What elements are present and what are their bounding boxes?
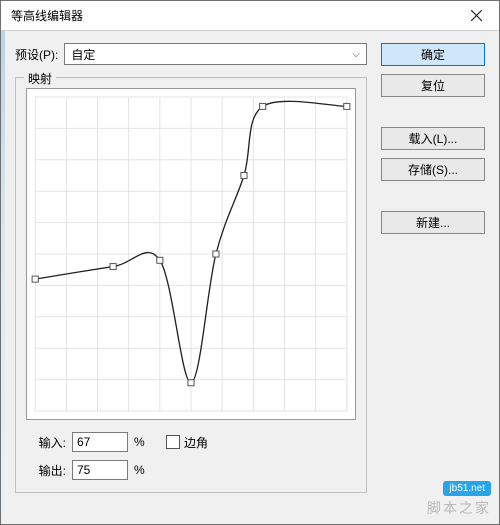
curve-canvas[interactable] (27, 89, 355, 419)
dialog-body: 预设(P): 自定 ⌵ 映射 输入: % (1, 31, 499, 505)
output-percent: % (134, 463, 148, 477)
ok-button-label: 确定 (421, 46, 445, 63)
spacer (381, 189, 485, 203)
checkbox-box-icon (166, 435, 180, 449)
ok-button[interactable]: 确定 (381, 43, 485, 66)
input-label: 输入: (26, 434, 66, 451)
curve-editor[interactable] (26, 88, 356, 420)
spacer (381, 105, 485, 119)
load-button[interactable]: 载入(L)... (381, 127, 485, 150)
preset-select[interactable]: 自定 ⌵ (64, 43, 367, 65)
mapping-legend: 映射 (24, 70, 56, 87)
reset-button[interactable]: 复位 (381, 74, 485, 97)
dialog-window: 等高线编辑器 预设(P): 自定 ⌵ 映射 (0, 0, 500, 525)
input-row: 输入: % 边角 (26, 432, 356, 452)
decorative-strip (1, 31, 5, 524)
new-button[interactable]: 新建... (381, 211, 485, 234)
output-label: 输出: (26, 462, 66, 479)
new-button-label: 新建... (416, 214, 450, 231)
chevron-down-icon: ⌵ (352, 49, 360, 60)
preset-selected-value: 自定 (71, 46, 95, 63)
input-percent: % (134, 435, 148, 449)
save-button[interactable]: 存储(S)... (381, 158, 485, 181)
corner-checkbox[interactable]: 边角 (166, 434, 208, 451)
output-row: 输出: % (26, 460, 356, 480)
output-field[interactable] (72, 460, 128, 480)
right-column: 确定 复位 载入(L)... 存储(S)... 新建... (381, 43, 485, 493)
close-icon (471, 10, 482, 21)
mapping-group: 映射 输入: % 边角 输出: (15, 77, 367, 493)
reset-button-label: 复位 (421, 77, 445, 94)
corner-label: 边角 (184, 434, 208, 451)
close-button[interactable] (454, 1, 499, 30)
preset-label: 预设(P): (15, 46, 58, 63)
io-rows: 输入: % 边角 输出: % (26, 432, 356, 480)
input-field[interactable] (72, 432, 128, 452)
titlebar: 等高线编辑器 (1, 1, 499, 31)
save-button-label: 存储(S)... (408, 161, 458, 178)
left-column: 预设(P): 自定 ⌵ 映射 输入: % (15, 43, 367, 493)
load-button-label: 载入(L)... (409, 130, 458, 147)
preset-row: 预设(P): 自定 ⌵ (15, 43, 367, 65)
window-title: 等高线编辑器 (11, 7, 83, 24)
